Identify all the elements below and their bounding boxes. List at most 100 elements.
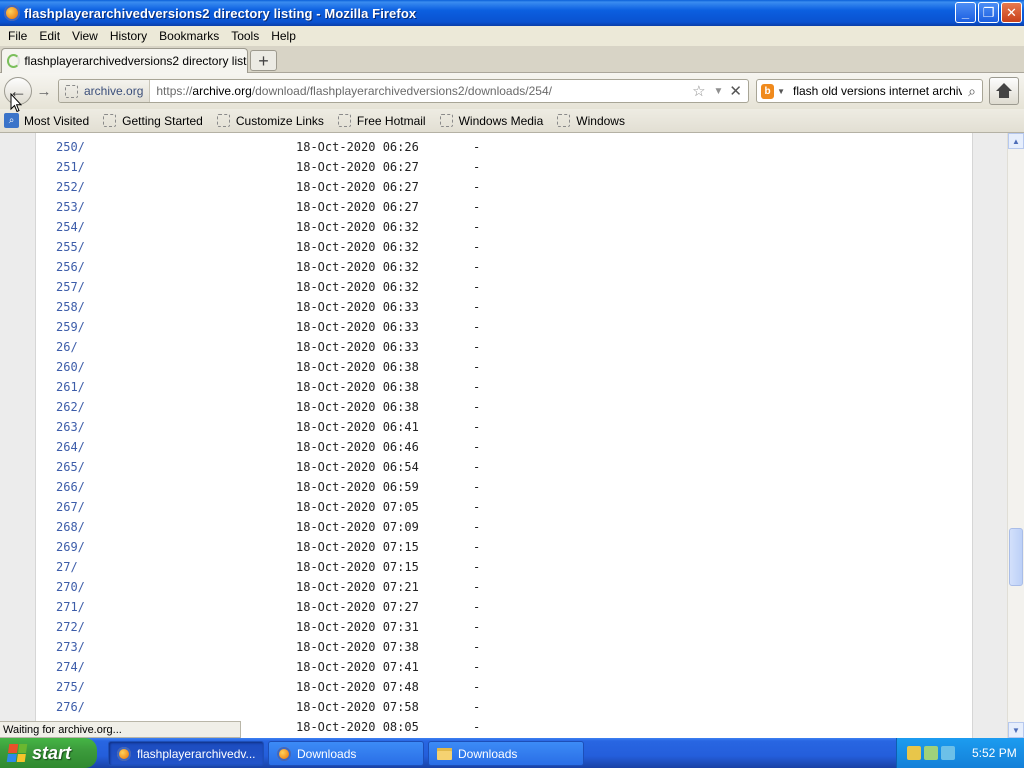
file-size: - <box>473 720 481 734</box>
directory-link[interactable]: 270/ <box>56 580 296 594</box>
bookmark-windows-media[interactable]: Windows Media <box>439 114 543 128</box>
tray-security-icon[interactable] <box>924 746 938 760</box>
listing-row: 251/18-Oct-2020 06:27 - <box>56 157 480 177</box>
directory-link[interactable]: 274/ <box>56 660 296 674</box>
menu-file[interactable]: File <box>2 29 33 43</box>
taskbar-item-firefox-listing[interactable]: flashplayerarchivedv... <box>108 741 264 766</box>
directory-link[interactable]: 272/ <box>56 620 296 634</box>
directory-link[interactable]: 260/ <box>56 360 296 374</box>
url-path: /download/flashplayerarchivedversions2/d… <box>251 84 552 98</box>
bookmark-customize-links[interactable]: Customize Links <box>216 114 324 128</box>
file-size: - <box>473 400 481 414</box>
directory-link[interactable]: 267/ <box>56 500 296 514</box>
bookmark-getting-started[interactable]: Getting Started <box>103 114 203 128</box>
bookmark-free-hotmail[interactable]: Free Hotmail <box>337 113 426 128</box>
directory-link[interactable]: 273/ <box>56 640 296 654</box>
tray-volume-icon[interactable] <box>941 746 955 760</box>
new-tab-button[interactable]: + <box>250 50 277 71</box>
scrollbar-thumb[interactable] <box>1009 528 1023 586</box>
file-size: - <box>473 180 481 194</box>
file-size: - <box>473 700 481 714</box>
menu-history[interactable]: History <box>104 29 153 43</box>
stop-icon[interactable]: ✕ <box>729 82 742 100</box>
listing-row: 261/18-Oct-2020 06:38 - <box>56 377 480 397</box>
tray-network-icon[interactable] <box>907 746 921 760</box>
menu-bookmarks[interactable]: Bookmarks <box>153 29 225 43</box>
tab-active[interactable]: flashplayerarchivedversions2 directory l… <box>1 48 248 73</box>
directory-link[interactable]: 275/ <box>56 680 296 694</box>
directory-link[interactable]: 271/ <box>56 600 296 614</box>
file-size: - <box>473 380 481 394</box>
modified-date: 18-Oct-2020 07:38 <box>296 640 419 654</box>
directory-link[interactable]: 269/ <box>56 540 296 554</box>
file-size: - <box>473 220 481 234</box>
menu-edit[interactable]: Edit <box>33 29 66 43</box>
search-engine-selector[interactable]: b ▼ <box>757 80 785 102</box>
file-size: - <box>473 300 481 314</box>
directory-link[interactable]: 276/ <box>56 700 296 714</box>
start-button[interactable]: start <box>0 738 97 768</box>
bookmarks-toolbar: ⌕ Most Visited Getting Started Customize… <box>0 109 1024 133</box>
search-bar[interactable]: b ▼ flash old versions internet archive … <box>756 79 983 103</box>
search-input[interactable]: flash old versions internet archive <box>793 84 962 98</box>
directory-link[interactable]: 268/ <box>56 520 296 534</box>
home-button[interactable] <box>989 77 1019 105</box>
url-history-dropdown-icon[interactable]: ▼ <box>714 86 724 97</box>
url-text[interactable]: https://archive.org/download/flashplayer… <box>156 84 692 98</box>
menu-help[interactable]: Help <box>265 29 302 43</box>
forward-button[interactable]: → <box>34 82 54 100</box>
bookmark-label: Windows <box>576 113 625 128</box>
directory-link[interactable]: 261/ <box>56 380 296 394</box>
directory-link[interactable]: 255/ <box>56 240 296 254</box>
modified-date: 18-Oct-2020 07:15 <box>296 560 419 574</box>
directory-link[interactable]: 251/ <box>56 160 296 174</box>
directory-link[interactable]: 26/ <box>56 340 296 354</box>
directory-link[interactable]: 252/ <box>56 180 296 194</box>
tab-strip: flashplayerarchivedversions2 directory l… <box>0 46 1024 73</box>
site-identity-button[interactable]: archive.org <box>59 80 151 102</box>
taskbar-item-folder-downloads[interactable]: Downloads <box>428 741 584 766</box>
menu-tools[interactable]: Tools <box>225 29 265 43</box>
maximize-button[interactable]: ❐ <box>978 2 999 23</box>
taskbar-item-firefox-downloads[interactable]: Downloads <box>268 741 424 766</box>
modified-date: 18-Oct-2020 06:33 <box>296 300 419 314</box>
directory-link[interactable]: 253/ <box>56 200 296 214</box>
vertical-scrollbar[interactable]: ▲ ▼ <box>1007 133 1024 738</box>
close-button[interactable]: ✕ <box>1001 2 1022 23</box>
directory-link[interactable]: 263/ <box>56 420 296 434</box>
listing-row: 260/18-Oct-2020 06:38 - <box>56 357 480 377</box>
listing-row: 275/18-Oct-2020 07:48 - <box>56 677 480 697</box>
directory-link[interactable]: 259/ <box>56 320 296 334</box>
modified-date: 18-Oct-2020 06:33 <box>296 340 419 354</box>
directory-link[interactable]: 250/ <box>56 140 296 154</box>
bookmark-star-icon[interactable]: ☆ <box>692 82 705 100</box>
directory-link[interactable]: 266/ <box>56 480 296 494</box>
listing-row: 262/18-Oct-2020 06:38 - <box>56 397 480 417</box>
file-size: - <box>473 660 481 674</box>
bookmark-most-visited[interactable]: ⌕ Most Visited <box>4 113 89 128</box>
directory-listing: 250/18-Oct-2020 06:26 - 251/18-Oct-2020 06… <box>56 137 480 737</box>
directory-link[interactable]: 265/ <box>56 460 296 474</box>
listing-row: 258/18-Oct-2020 06:33 - <box>56 297 480 317</box>
minimize-button[interactable]: _ <box>955 2 976 23</box>
listing-row: 27/18-Oct-2020 07:15 - <box>56 557 480 577</box>
menu-view[interactable]: View <box>66 29 104 43</box>
listing-row: 274/18-Oct-2020 07:41 - <box>56 657 480 677</box>
listing-row: 264/18-Oct-2020 06:46 - <box>56 437 480 457</box>
file-size: - <box>473 640 481 654</box>
bookmark-label: Free Hotmail <box>356 113 426 128</box>
bookmark-windows[interactable]: Windows <box>557 114 625 128</box>
directory-link[interactable]: 258/ <box>56 300 296 314</box>
scroll-up-icon[interactable]: ▲ <box>1008 133 1024 149</box>
listing-row: 276/18-Oct-2020 07:58 - <box>56 697 480 717</box>
directory-link[interactable]: 264/ <box>56 440 296 454</box>
url-bar[interactable]: archive.org https://archive.org/download… <box>58 79 749 103</box>
clock: 5:52 PM <box>972 746 1017 760</box>
directory-link[interactable]: 27/ <box>56 560 296 574</box>
scroll-down-icon[interactable]: ▼ <box>1008 722 1024 738</box>
search-icon[interactable]: ⌕ <box>962 83 982 100</box>
directory-link[interactable]: 254/ <box>56 220 296 234</box>
directory-link[interactable]: 256/ <box>56 260 296 274</box>
directory-link[interactable]: 257/ <box>56 280 296 294</box>
directory-link[interactable]: 262/ <box>56 400 296 414</box>
